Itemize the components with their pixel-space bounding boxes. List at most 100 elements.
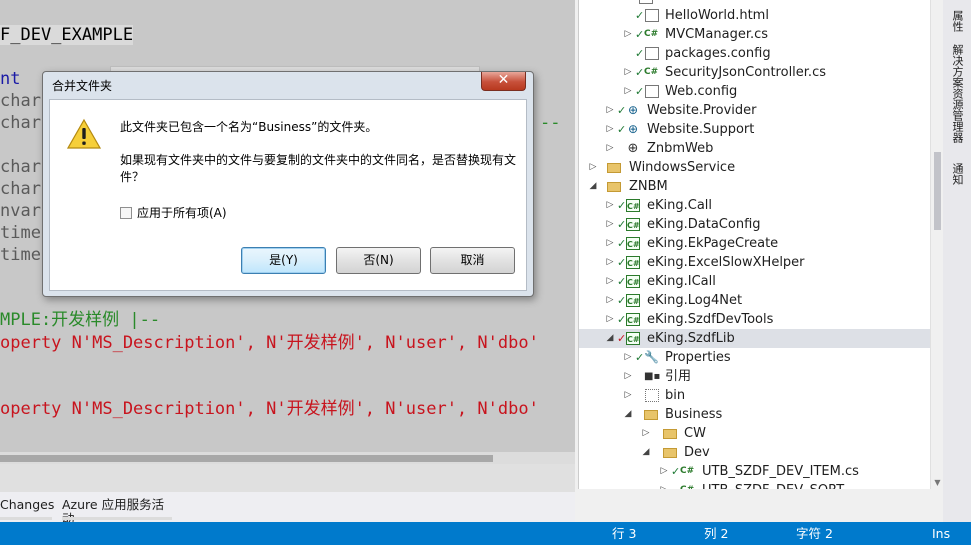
editor-horizontal-scrollbar[interactable] xyxy=(0,452,575,464)
tree-item-label: ZnbmWeb xyxy=(647,141,714,156)
code-line: operty N'MS_Description', N'开发样例', N'use… xyxy=(0,333,539,353)
checkbox-box[interactable] xyxy=(120,207,132,219)
tree-item[interactable]: ◢ ZNBM xyxy=(579,177,930,196)
tree-item[interactable]: ▷ ✓ ⊕ Website.Provider xyxy=(579,101,930,120)
tree-item[interactable]: ◢ Business xyxy=(579,405,930,424)
expand-arrow-icon[interactable]: ▷ xyxy=(605,215,615,234)
tree-item-label: MVCManager.cs xyxy=(665,27,769,42)
checkmark-icon: ✓ xyxy=(617,294,627,307)
expand-arrow-icon[interactable]: ▷ xyxy=(623,82,633,101)
status-char: 字符 2 xyxy=(796,526,833,541)
tree-item[interactable]: ▷ C# UTB_SZDF_DEV_SORT xyxy=(579,481,930,489)
tree-item-label: packages.config xyxy=(665,46,771,61)
expand-arrow-icon[interactable]: ▷ xyxy=(659,462,669,481)
tree-item[interactable]: ▷ ✓ 🔧 Properties xyxy=(579,348,930,367)
file-icon xyxy=(645,9,659,22)
tree-item-selected[interactable]: ◢ ✓ C# eKing.SzdfLib xyxy=(579,329,930,348)
tree-item[interactable]: ◢ Dev xyxy=(579,443,930,462)
expand-arrow-icon[interactable]: ▷ xyxy=(641,424,651,443)
expand-arrow-icon[interactable]: ▷ xyxy=(605,291,615,310)
web-project-icon: ⊕ xyxy=(627,122,639,136)
tree-item[interactable]: ▷ ✓ C# SecurityJsonController.cs xyxy=(579,63,930,82)
code-line: char xyxy=(0,91,41,111)
expand-arrow-icon[interactable]: ▷ xyxy=(588,158,598,177)
no-button[interactable]: 否(N) xyxy=(336,247,421,274)
cancel-button[interactable]: 取消 xyxy=(430,247,515,274)
expand-arrow-icon[interactable]: ▷ xyxy=(605,196,615,215)
rail-tab-solution-explorer[interactable]: 解决方案资源管理器 xyxy=(948,44,966,143)
cs-project-icon: C# xyxy=(626,237,640,250)
tab-underline xyxy=(62,517,172,520)
tree-item[interactable]: ▷ ✓ ⊕ Website.Support xyxy=(579,120,930,139)
tree-item[interactable]: ▷ ✓ C# eKing.ExcelSlowXHelper xyxy=(579,253,930,272)
tree-item[interactable]: ▷ WindowsService xyxy=(579,158,930,177)
expand-arrow-icon[interactable]: ▷ xyxy=(623,386,633,405)
tree-item[interactable]: ▷ ✓ C# eKing.DataConfig xyxy=(579,215,930,234)
tree-item[interactable]: ✓ packages.config xyxy=(579,44,930,63)
editor-footer xyxy=(0,464,575,492)
tree-item[interactable]: ▷ CW xyxy=(579,424,930,443)
cs-file-icon: C# xyxy=(680,484,694,489)
checkmark-icon: ✓ xyxy=(617,218,627,231)
dialog-question: 如果现有文件夹中的文件与要复制的文件夹中的文件同名，是否替换现有文件？ xyxy=(120,153,517,184)
file-icon xyxy=(639,0,653,4)
tree-item-label: eKing.ICall xyxy=(647,274,716,289)
cs-file-icon: C# xyxy=(644,67,659,77)
yes-button[interactable]: 是(Y) xyxy=(241,247,326,274)
expand-arrow-icon[interactable]: ▷ xyxy=(623,348,633,367)
tab-underline xyxy=(0,517,52,520)
close-button[interactable]: ✕ xyxy=(481,72,526,91)
tree-item-label: bin xyxy=(665,388,686,403)
scrollbar-thumb[interactable] xyxy=(934,152,941,230)
rail-tab-notifications[interactable]: 通知 xyxy=(948,163,966,185)
explorer-vertical-scrollbar[interactable]: ▼ xyxy=(930,0,943,489)
tree-item[interactable]: ▷ ✓ C# eKing.EkPageCreate xyxy=(579,234,930,253)
expand-arrow-icon[interactable]: ▷ xyxy=(605,139,615,158)
tree-item[interactable]: ▷ ✓ C# eKing.Call xyxy=(579,196,930,215)
expand-arrow-icon[interactable]: ▷ xyxy=(605,234,615,253)
tree-item[interactable]: ▷ ✓ C# eKing.Log4Net xyxy=(579,291,930,310)
tree-item-label: ZNBM xyxy=(629,179,668,194)
rail-tab-properties[interactable]: 属性 xyxy=(948,10,966,32)
tree-item[interactable]: ▷ bin xyxy=(579,386,930,405)
tab-azure-activity[interactable]: Azure 应用服务活动 xyxy=(62,498,172,526)
expand-arrow-icon[interactable]: ▷ xyxy=(605,253,615,272)
expand-arrow-icon[interactable]: ▷ xyxy=(623,63,633,82)
collapse-arrow-icon[interactable]: ◢ xyxy=(623,405,633,424)
expand-arrow-icon[interactable]: ▷ xyxy=(605,272,615,291)
tree-item-label: Properties xyxy=(665,350,731,365)
cs-project-icon: C# xyxy=(626,218,640,231)
expand-arrow-icon[interactable]: ▷ xyxy=(605,120,615,139)
code-line: MPLE:开发样例 |-- xyxy=(0,310,161,330)
tab-changes[interactable]: Changes xyxy=(0,497,55,520)
tree-item[interactable]: ✓ HelloWorld.html xyxy=(579,6,930,25)
tree-item-label: CW xyxy=(684,426,706,441)
tab-label: Changes xyxy=(0,497,55,512)
expand-arrow-icon[interactable]: ▷ xyxy=(605,310,615,329)
tree-item[interactable]: ▷ ✓ C# MVCManager.cs xyxy=(579,25,930,44)
checkmark-icon: ✓ xyxy=(671,465,681,478)
collapse-arrow-icon[interactable]: ◢ xyxy=(588,177,598,196)
tree-item-label: UTB_SZDF_DEV_SORT xyxy=(702,481,844,489)
tree-item[interactable]: ▷ ✓ C# UTB_SZDF_DEV_ITEM.cs xyxy=(579,462,930,481)
web-project-icon: ⊕ xyxy=(627,103,639,117)
tool-window-tabs: Changes Azure 应用服务活动 xyxy=(0,492,575,526)
tree-item[interactable]: ▷ ✓ C# eKing.ICall xyxy=(579,272,930,291)
folder-icon xyxy=(607,182,621,192)
code-line: char xyxy=(0,157,41,177)
tree-item[interactable]: ▷ ⊕ ZnbmWeb xyxy=(579,139,930,158)
scrollbar-thumb[interactable] xyxy=(0,455,493,462)
collapse-arrow-icon[interactable]: ◢ xyxy=(641,443,651,462)
checkmark-icon: ✓ xyxy=(617,199,627,212)
expand-arrow-icon[interactable]: ▷ xyxy=(623,367,633,386)
code-line: -- xyxy=(540,113,561,133)
tree-item[interactable]: ▷ ✓ Web.config xyxy=(579,82,930,101)
checkbox-label: 应用于所有项(A) xyxy=(137,206,227,220)
tree-item[interactable]: ▷ ■▪ 引用 xyxy=(579,367,930,386)
collapse-arrow-icon[interactable]: ◢ xyxy=(605,329,615,348)
expand-arrow-icon[interactable]: ▷ xyxy=(659,481,669,489)
expand-arrow-icon[interactable]: ▷ xyxy=(623,25,633,44)
checkmark-icon: ✓ xyxy=(635,47,645,60)
expand-arrow-icon[interactable]: ▷ xyxy=(605,101,615,120)
tree-item[interactable]: ▷ ✓ C# eKing.SzdfDevTools xyxy=(579,310,930,329)
